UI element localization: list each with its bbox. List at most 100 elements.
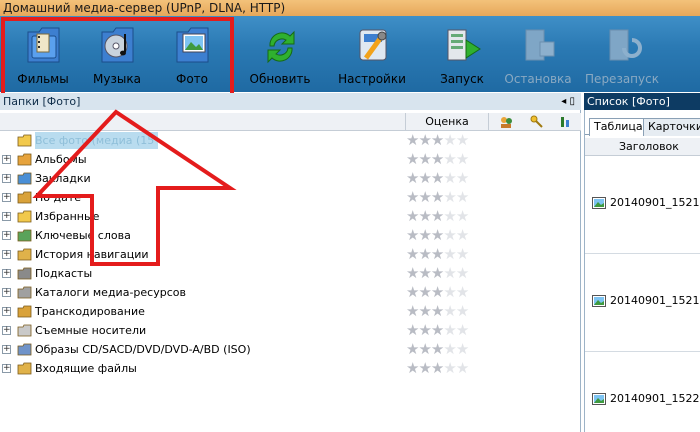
key-icon[interactable] (530, 115, 544, 129)
star-icon[interactable]: ★ (431, 131, 444, 149)
star-icon[interactable]: ★ (431, 245, 444, 263)
media-item-row[interactable]: 20140901_152214 (585, 353, 700, 432)
expand-icon[interactable]: + (2, 307, 11, 316)
rating-stars[interactable]: ★★★★★ (406, 283, 469, 302)
star-icon[interactable]: ★ (431, 188, 444, 206)
star-icon[interactable]: ★ (456, 321, 469, 339)
star-icon[interactable]: ★ (443, 264, 456, 282)
expand-icon[interactable]: + (2, 212, 11, 221)
tree-row[interactable]: + Подкасты ★★★★★ (0, 264, 581, 283)
star-icon[interactable]: ★ (456, 188, 469, 206)
expand-icon[interactable]: + (2, 345, 11, 354)
star-icon[interactable]: ★ (406, 283, 419, 301)
star-icon[interactable]: ★ (431, 226, 444, 244)
star-icon[interactable]: ★ (443, 283, 456, 301)
expand-icon[interactable]: + (2, 364, 11, 373)
expand-icon[interactable]: + (2, 193, 11, 202)
pin-icon[interactable]: ◂ ▯ (561, 93, 575, 110)
star-icon[interactable]: ★ (443, 169, 456, 187)
star-icon[interactable]: ★ (431, 340, 444, 358)
rating-stars[interactable]: ★★★★★ (406, 150, 469, 169)
star-icon[interactable]: ★ (406, 188, 419, 206)
rating-stars[interactable]: ★★★★★ (406, 264, 469, 283)
star-icon[interactable]: ★ (406, 340, 419, 358)
tree-row[interactable]: + Съемные носители ★★★★★ (0, 321, 581, 340)
star-icon[interactable]: ★ (456, 340, 469, 358)
star-icon[interactable]: ★ (418, 245, 431, 263)
star-icon[interactable]: ★ (456, 264, 469, 282)
rating-stars[interactable]: ★★★★★ (406, 188, 469, 207)
star-icon[interactable]: ★ (406, 359, 419, 377)
star-icon[interactable]: ★ (443, 150, 456, 168)
star-icon[interactable]: ★ (418, 264, 431, 282)
tab-cards[interactable]: Карточки (643, 118, 700, 136)
title-column-header[interactable]: Заголовок (585, 138, 700, 156)
star-icon[interactable]: ★ (443, 359, 456, 377)
star-icon[interactable]: ★ (443, 340, 456, 358)
star-icon[interactable]: ★ (418, 302, 431, 320)
star-icon[interactable]: ★ (418, 226, 431, 244)
refresh-button[interactable]: Обновить (240, 20, 320, 90)
media-item-row[interactable]: 20140901_152156 (585, 255, 700, 352)
star-icon[interactable]: ★ (456, 245, 469, 263)
expand-icon[interactable]: + (2, 269, 11, 278)
tree-row[interactable]: + Образы CD/SACD/DVD/DVD-A/BD (ISO) ★★★★★ (0, 340, 581, 359)
rating-stars[interactable]: ★★★★★ (406, 131, 469, 150)
star-icon[interactable]: ★ (418, 340, 431, 358)
star-icon[interactable]: ★ (443, 188, 456, 206)
star-icon[interactable]: ★ (406, 302, 419, 320)
tab-table[interactable]: Таблица (589, 118, 648, 136)
tree-row[interactable]: + Каталоги медиа-ресурсов ★★★★★ (0, 283, 581, 302)
rating-stars[interactable]: ★★★★★ (406, 302, 469, 321)
tree-row[interactable]: Все фото (медиа (15 ★★★★★ (0, 131, 581, 150)
star-icon[interactable]: ★ (431, 150, 444, 168)
star-icon[interactable]: ★ (418, 359, 431, 377)
star-icon[interactable]: ★ (443, 207, 456, 225)
rating-stars[interactable]: ★★★★★ (406, 245, 469, 264)
tree-row[interactable]: + Транскодирование ★★★★★ (0, 302, 581, 321)
star-icon[interactable]: ★ (431, 169, 444, 187)
rating-stars[interactable]: ★★★★★ (406, 359, 469, 378)
star-icon[interactable]: ★ (406, 169, 419, 187)
star-icon[interactable]: ★ (456, 207, 469, 225)
restart-button[interactable]: Перезапуск (582, 20, 662, 90)
star-icon[interactable]: ★ (431, 283, 444, 301)
tree-row[interactable]: + По дате ★★★★★ (0, 188, 581, 207)
rating-stars[interactable]: ★★★★★ (406, 321, 469, 340)
tree-row[interactable]: + История навигации ★★★★★ (0, 245, 581, 264)
start-button[interactable]: Запуск (422, 20, 502, 90)
star-icon[interactable]: ★ (456, 169, 469, 187)
star-icon[interactable]: ★ (431, 207, 444, 225)
star-icon[interactable]: ★ (406, 321, 419, 339)
star-icon[interactable]: ★ (406, 131, 419, 149)
rating-column-header[interactable]: Оценка (405, 113, 489, 131)
people-icon[interactable] (499, 115, 513, 129)
rating-stars[interactable]: ★★★★★ (406, 207, 469, 226)
tree-row[interactable]: + Входящие файлы ★★★★★ (0, 359, 581, 378)
star-icon[interactable]: ★ (443, 131, 456, 149)
tree-row[interactable]: + Закладки ★★★★★ (0, 169, 581, 188)
tree-row[interactable]: + Избранные ★★★★★ (0, 207, 581, 226)
star-icon[interactable]: ★ (431, 359, 444, 377)
star-icon[interactable]: ★ (406, 226, 419, 244)
star-icon[interactable]: ★ (456, 283, 469, 301)
star-icon[interactable]: ★ (418, 283, 431, 301)
media-item-row[interactable]: 20140901_152141 (585, 157, 700, 254)
star-icon[interactable]: ★ (418, 169, 431, 187)
star-icon[interactable]: ★ (418, 150, 431, 168)
star-icon[interactable]: ★ (431, 321, 444, 339)
star-icon[interactable]: ★ (418, 207, 431, 225)
expand-icon[interactable]: + (2, 231, 11, 240)
star-icon[interactable]: ★ (443, 226, 456, 244)
star-icon[interactable]: ★ (431, 264, 444, 282)
star-icon[interactable]: ★ (443, 245, 456, 263)
star-icon[interactable]: ★ (418, 188, 431, 206)
star-icon[interactable]: ★ (456, 226, 469, 244)
sort-icon[interactable] (559, 115, 573, 129)
star-icon[interactable]: ★ (418, 321, 431, 339)
rating-stars[interactable]: ★★★★★ (406, 340, 469, 359)
star-icon[interactable]: ★ (431, 302, 444, 320)
star-icon[interactable]: ★ (456, 150, 469, 168)
star-icon[interactable]: ★ (443, 302, 456, 320)
star-icon[interactable]: ★ (406, 207, 419, 225)
